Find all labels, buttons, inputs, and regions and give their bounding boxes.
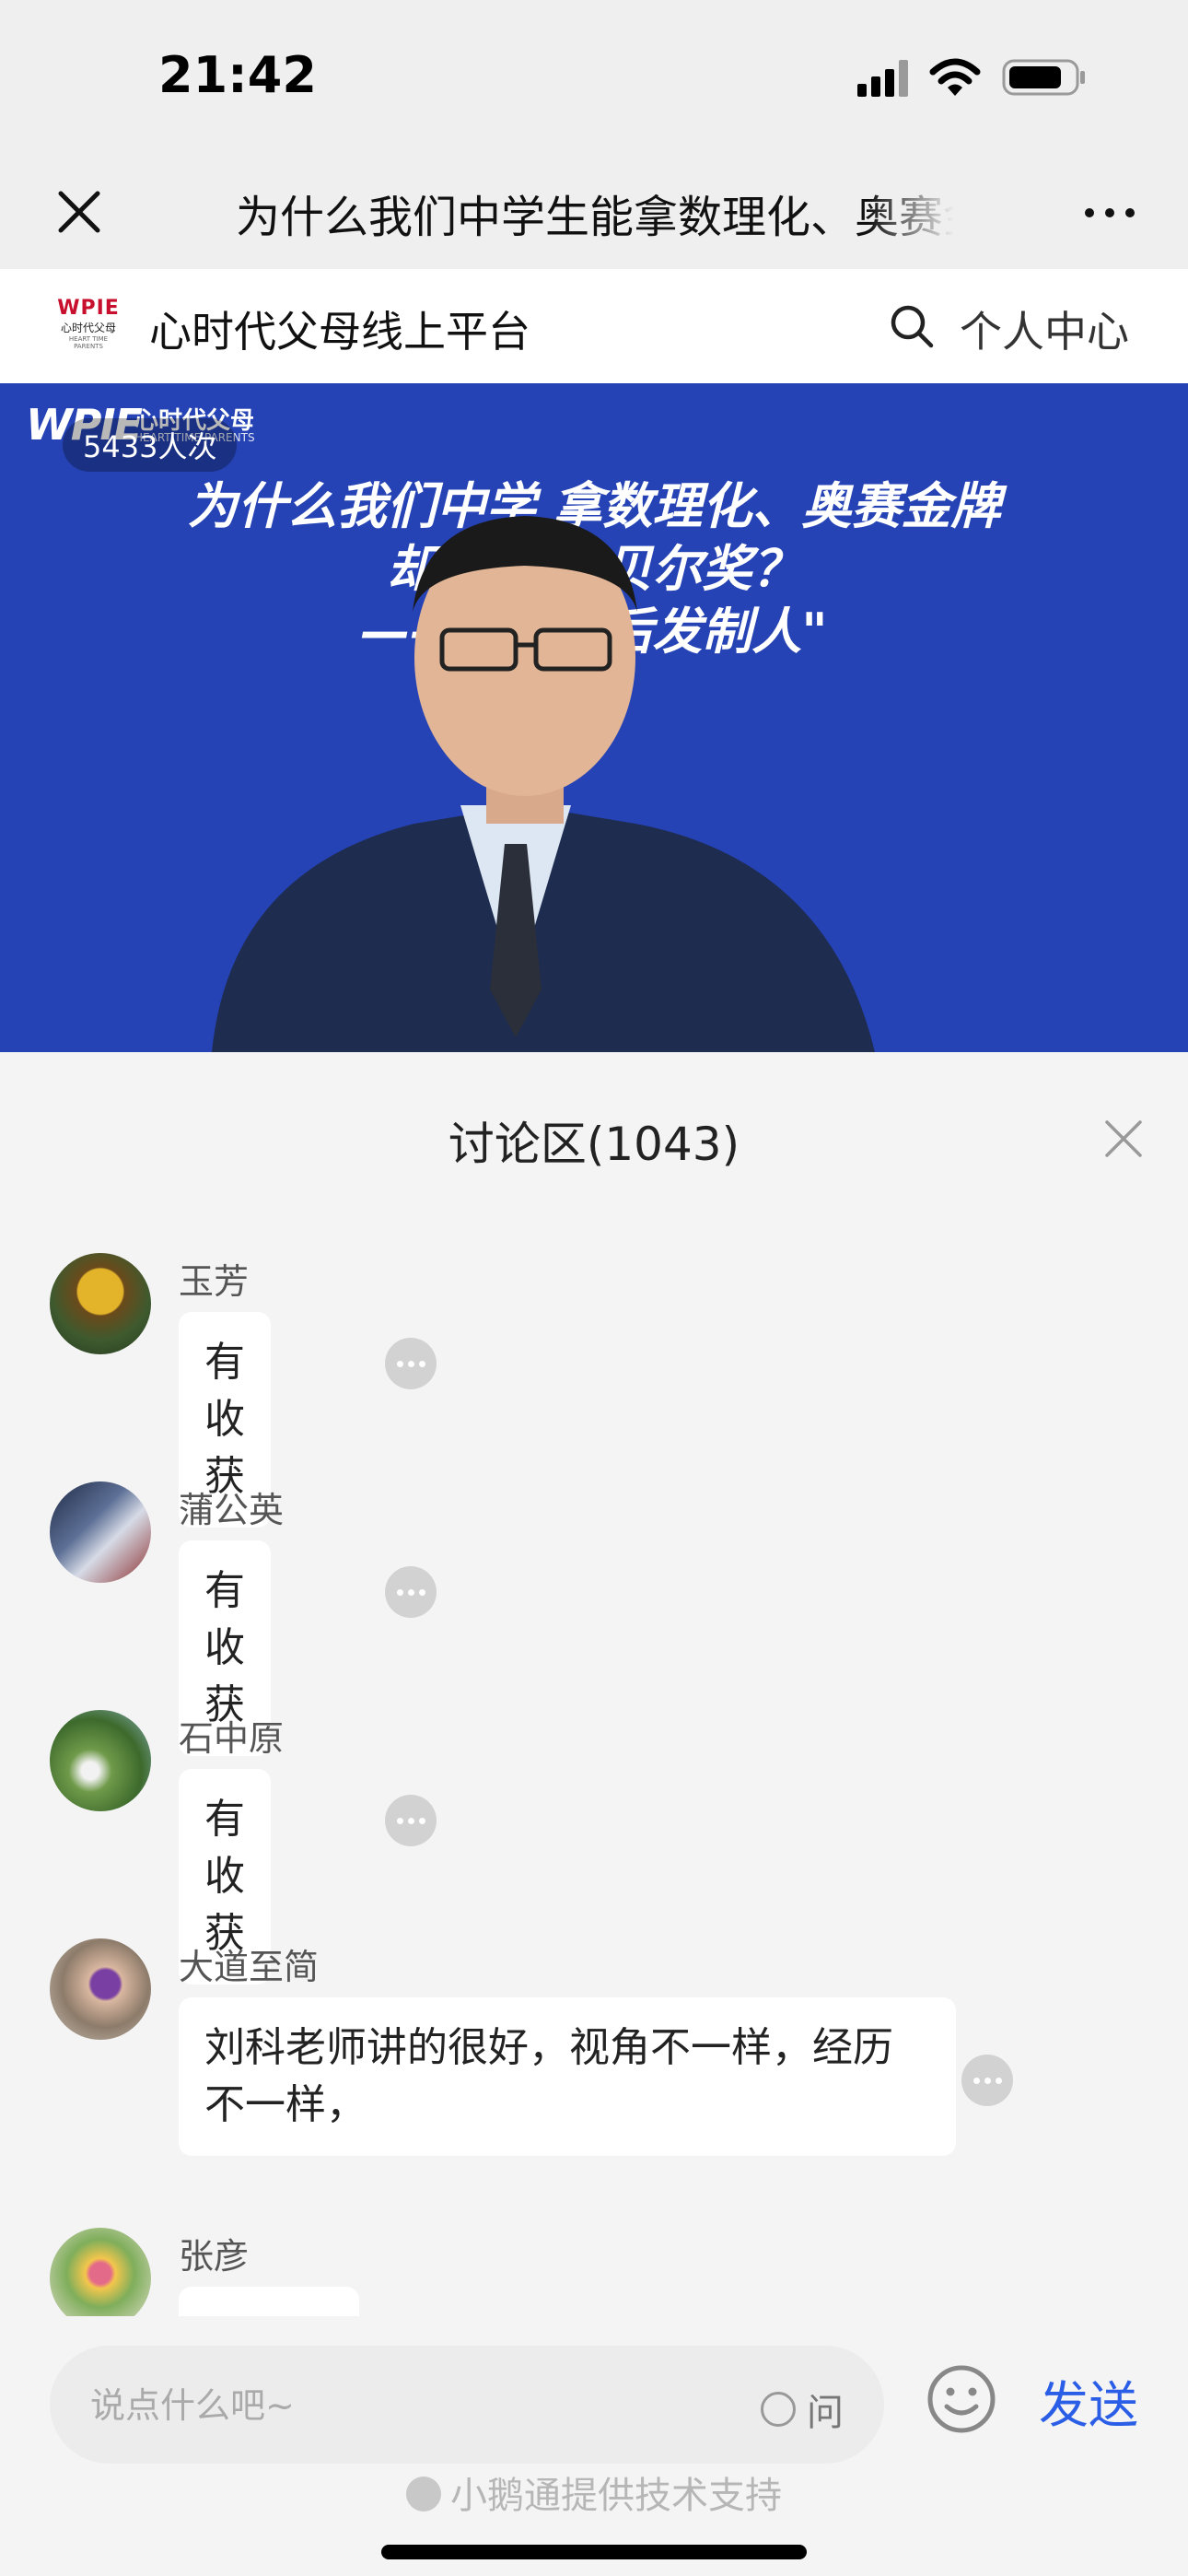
radio-icon [761,2392,796,2427]
comment-author: 石中原 [179,1718,285,1759]
comment-input[interactable] [88,2373,737,2438]
page-title: 为什么我们中学生能拿数理化、奥赛金牌却出不了诺贝尔奖？——西方教育的"后发制人" [236,192,954,243]
site-header: WPIE 心时代父母 HEART TIME PARENTS 心时代父母线上平台 … [0,269,1188,383]
comment-bubble [179,2287,359,2316]
status-icons [857,57,1087,98]
avatar[interactable] [50,2228,151,2316]
powered-by-text: 小鹅通提供技术支持 [0,2465,1188,2519]
profile-center-link[interactable]: 个人中心 [960,299,1129,359]
status-bar: 21:42 [0,0,1188,157]
wifi-icon [929,58,981,96]
battery-icon [1002,59,1085,96]
comment-input-container: 问 [50,2346,884,2464]
xiaoe-logo-icon [406,2476,441,2512]
more-options-icon[interactable] [1085,208,1135,217]
comment-more-icon[interactable] [385,1338,437,1389]
comment-more-icon[interactable] [385,1795,437,1846]
ask-question-toggle[interactable]: 问 [761,2383,844,2436]
site-name[interactable]: 心时代父母线上平台 [149,299,530,359]
emoji-icon[interactable] [925,2362,998,2436]
comment-author: 张彦 [179,2236,250,2277]
home-indicator[interactable] [381,2545,807,2559]
comment-bubble: 刘科老师讲的很好，视角不一样，经历不一样， [179,1997,956,2156]
close-icon[interactable] [53,186,105,238]
cellular-signal-icon [857,58,908,97]
comment-more-icon[interactable] [385,1566,437,1618]
avatar[interactable] [50,1710,151,1811]
comment-more-icon[interactable] [961,2055,1013,2106]
comment-author: 蒲公英 [179,1490,285,1530]
site-logo[interactable]: WPIE 心时代父母 HEART TIME PARENTS [53,297,123,356]
discussion-title: 讨论区(1043) [448,1118,740,1171]
close-discussion-icon[interactable] [1101,1117,1146,1161]
comment-composer: 问 发送 小鹅通提供技术支持 [0,2316,1188,2576]
send-button[interactable]: 发送 [1039,2364,1138,2437]
search-icon[interactable] [888,302,936,350]
comment-author: 大道至简 [179,1947,320,1987]
presenter-figure [212,516,875,1052]
video-player[interactable]: WPIE 心时代父母 HEART TIME PARENTS 5433人次 为什么… [0,383,1188,1052]
avatar[interactable] [50,1481,151,1583]
view-count-badge: 5433人次 [63,418,238,472]
avatar[interactable] [50,1253,151,1354]
nav-bar: 为什么我们中学生能拿数理化、奥赛金牌却出不了诺贝尔奖？——西方教育的"后发制人" [0,157,1188,269]
discussion-panel: 讨论区(1043) 玉芳 有收获 蒲公英 有收获 石中原 有收获 大道至简 刘科… [0,1052,1188,2316]
avatar[interactable] [50,1938,151,2040]
status-time: 21:42 [158,46,317,104]
comment-author: 玉芳 [179,1261,250,1302]
